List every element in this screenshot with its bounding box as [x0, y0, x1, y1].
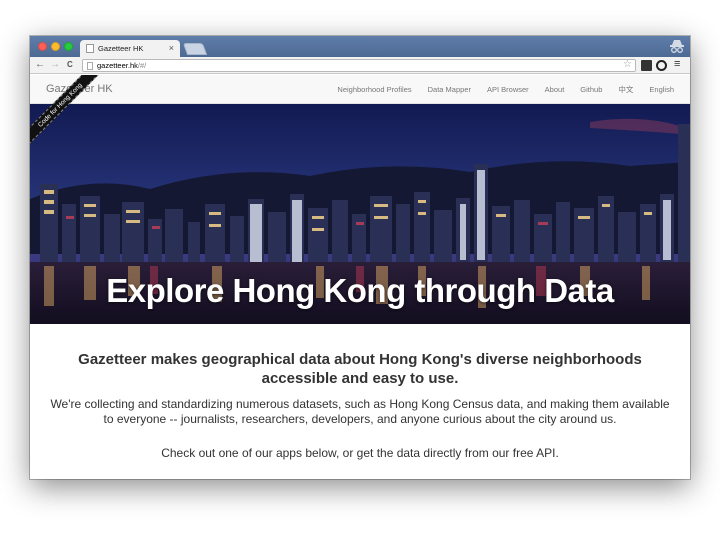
extension-icon[interactable] [641, 60, 652, 71]
nav-english[interactable]: English [641, 85, 690, 94]
intro-cta: Check out one of our apps below, or get … [161, 446, 559, 460]
nav-api-browser[interactable]: API Browser [479, 85, 537, 94]
bookmark-star-icon[interactable]: ☆ [623, 59, 632, 70]
address-bar[interactable]: gazetteer.hk/#/ ☆ [82, 59, 636, 72]
nav-about[interactable]: About [537, 85, 573, 94]
nav-github[interactable]: Github [572, 85, 610, 94]
tab-strip: Gazetteer HK × [30, 36, 690, 57]
browser-tab[interactable]: Gazetteer HK × [80, 40, 180, 57]
site-navbar: Gazetteer HK Neighborhood Profiles Data … [30, 75, 690, 104]
tab-title: Gazetteer HK [98, 44, 144, 53]
extension-o-icon[interactable] [656, 60, 667, 71]
back-button[interactable]: ← [35, 58, 45, 72]
url-host: gazetteer.hk [97, 61, 138, 70]
hero-title: Explore Hong Kong through Data [106, 272, 614, 309]
new-tab-button[interactable] [182, 43, 208, 55]
maximize-window-button[interactable] [64, 42, 73, 51]
browser-window: Gazetteer HK × ← → C gazetteer.hk/#/ ☆ ≡… [30, 36, 690, 479]
forward-button[interactable]: → [50, 58, 60, 72]
page-icon [86, 44, 94, 53]
incognito-icon[interactable] [670, 39, 684, 54]
nav-chinese[interactable]: 中文 [610, 84, 641, 95]
intro-paragraph: We're collecting and standardizing numer… [50, 397, 670, 426]
close-window-button[interactable] [38, 42, 47, 51]
page-icon [87, 62, 93, 70]
code-for-hk-ribbon[interactable]: Code for Hong Kong [30, 75, 107, 152]
close-tab-icon[interactable]: × [169, 43, 174, 53]
nav-data-mapper[interactable]: Data Mapper [420, 85, 479, 94]
hero-banner: Explore Hong Kong through Data [30, 104, 690, 324]
nav-neighborhood-profiles[interactable]: Neighborhood Profiles [329, 85, 419, 94]
nav-links: Neighborhood Profiles Data Mapper API Br… [329, 75, 690, 104]
minimize-window-button[interactable] [51, 42, 60, 51]
intro-section: Gazetteer makes geographical data about … [30, 324, 690, 479]
reload-button[interactable]: C [67, 58, 73, 72]
url-path: /#/ [137, 61, 147, 70]
intro-lead: Gazetteer makes geographical data about … [78, 351, 642, 387]
ribbon-corner: Code for Hong Kong [30, 75, 110, 155]
browser-toolbar: ← → C gazetteer.hk/#/ ☆ ≡ [30, 57, 690, 74]
menu-icon[interactable]: ≡ [674, 57, 680, 71]
